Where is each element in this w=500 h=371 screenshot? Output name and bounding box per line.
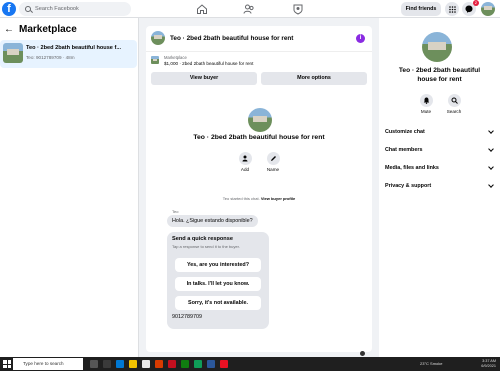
home-icon[interactable] [196, 3, 208, 15]
details-avatar [422, 32, 452, 62]
conversation-preview: Teo: 9012789709 · 48m [26, 55, 75, 60]
file-explorer-icon[interactable] [129, 360, 137, 368]
task-view-icon[interactable] [90, 360, 98, 368]
section-label: Privacy & support [385, 183, 432, 189]
search-bar[interactable]: Search Facebook [19, 2, 131, 16]
chevron-down-icon [488, 146, 494, 152]
account-button[interactable] [481, 2, 495, 16]
app-icon[interactable] [220, 360, 228, 368]
search-input[interactable]: Search Facebook [35, 6, 79, 12]
section-media-files-links[interactable]: Media, files and links [385, 164, 496, 171]
friends-icon[interactable] [243, 3, 255, 15]
bell-icon [423, 97, 429, 104]
app-icon[interactable] [181, 360, 189, 368]
message-bubble: Hola. ¿Sigue estando disponible? [167, 215, 258, 227]
name-action[interactable]: Name [263, 152, 283, 172]
messenger-button[interactable]: 2 [462, 0, 479, 16]
chevron-down-icon [488, 128, 494, 134]
word-icon[interactable] [207, 360, 215, 368]
quick-response-title: Send a quick response [172, 236, 233, 242]
pencil-icon [270, 156, 276, 161]
quick-response-in-talks[interactable]: In talks. I'll let you know. [175, 277, 261, 291]
section-customize-chat[interactable]: Customize chat [385, 128, 496, 135]
add-action[interactable]: Add [235, 152, 255, 172]
windows-start-icon[interactable] [3, 360, 11, 368]
quick-response-not-available[interactable]: Sorry, it's not available. [175, 296, 261, 310]
chevron-down-icon [488, 164, 494, 170]
app-icon[interactable] [168, 360, 176, 368]
view-buyer-profile-link[interactable]: View buyer profile [261, 196, 295, 201]
section-label: Chat members [385, 147, 423, 153]
office-icon[interactable] [155, 360, 163, 368]
store-icon[interactable] [142, 360, 150, 368]
menu-button[interactable] [445, 2, 459, 16]
add-person-icon [242, 155, 247, 162]
name-label: Name [266, 167, 280, 172]
info-icon[interactable]: i [356, 34, 365, 43]
search-icon [451, 97, 458, 104]
marketplace-label: Marketplace [164, 55, 187, 60]
add-label: Add [240, 167, 250, 172]
chat-details-panel: Teo · 2bed 2bath beautiful house for ren… [379, 18, 500, 357]
edge-icon[interactable] [116, 360, 124, 368]
system-note: Teo started this chat. View buyer profil… [146, 196, 372, 201]
chat-panel: Teo · 2bed 2bath beautiful house for ren… [146, 26, 373, 371]
section-label: Media, files and links [385, 165, 439, 171]
sender-name: Teo [172, 209, 179, 214]
groups-icon[interactable] [292, 3, 304, 15]
chat-hero-title: Teo · 2bed 2bath beautiful house for ren… [193, 134, 325, 141]
system-note-text: Teo started this chat. [222, 196, 260, 201]
listing-price-title: $1,000 · 2bed 2bath beautiful house for … [164, 61, 254, 66]
search-icon [25, 6, 31, 12]
profile-avatar [481, 2, 495, 16]
top-bar: f Search Facebook Find friends 2 [0, 0, 500, 18]
find-friends-button[interactable]: Find friends [401, 2, 441, 16]
chat-hero-avatar [248, 108, 272, 132]
clock-date: 6/9/2021 [481, 364, 496, 368]
windows-taskbar: Type here to search 23°C Smoke 3:37 AM 6… [0, 357, 500, 371]
grid-menu-icon [448, 5, 456, 13]
mute-action[interactable]: Mute [416, 94, 436, 114]
weather-widget[interactable]: 23°C Smoke [420, 361, 443, 366]
messenger-icon [465, 5, 473, 13]
taskbar-search[interactable]: Type here to search [13, 358, 83, 370]
sidebar-title: Marketplace [19, 24, 77, 35]
view-buyer-button[interactable]: View buyer [151, 72, 257, 85]
quick-response-yes[interactable]: Yes, are you interested? [175, 258, 261, 272]
chevron-down-icon [488, 182, 494, 188]
listing-mini-thumbnail [151, 56, 159, 64]
conversation-title: Teo · 2bed 2bath beautiful house f... [26, 45, 121, 51]
taskbar-app-icon[interactable] [103, 360, 111, 368]
seen-indicator [360, 351, 365, 356]
sidebar-header: ← Marketplace [4, 24, 77, 35]
quick-response-subtitle: Tap a response to send it to the buyer. [172, 244, 240, 249]
section-chat-members[interactable]: Chat members [385, 146, 496, 153]
search-label: Search [446, 109, 462, 114]
search-action[interactable]: Search [444, 94, 464, 114]
mute-label: Mute [420, 109, 432, 114]
chrome-icon[interactable] [194, 360, 202, 368]
marketplace-sidebar: ← Marketplace Teo · 2bed 2bath beautiful… [0, 18, 139, 357]
section-label: Customize chat [385, 129, 425, 135]
more-options-button[interactable]: More options [261, 72, 367, 85]
message-bubble-phone: 9012789709 [167, 311, 207, 323]
back-arrow-icon[interactable]: ← [4, 24, 14, 35]
section-privacy-support[interactable]: Privacy & support [385, 182, 496, 189]
system-clock[interactable]: 3:37 AM 6/9/2021 [481, 359, 496, 369]
listing-thumbnail [3, 43, 23, 63]
details-title: Teo · 2bed 2bath beautiful house for ren… [398, 67, 481, 83]
notification-badge: 2 [472, 0, 479, 6]
chat-header: Teo · 2bed 2bath beautiful house for ren… [146, 26, 372, 52]
chat-header-title[interactable]: Teo · 2bed 2bath beautiful house for ren… [170, 35, 293, 42]
facebook-logo[interactable]: f [2, 2, 16, 16]
conversation-item[interactable]: Teo · 2bed 2bath beautiful house f... Te… [0, 40, 137, 68]
chat-header-avatar[interactable] [151, 31, 165, 45]
